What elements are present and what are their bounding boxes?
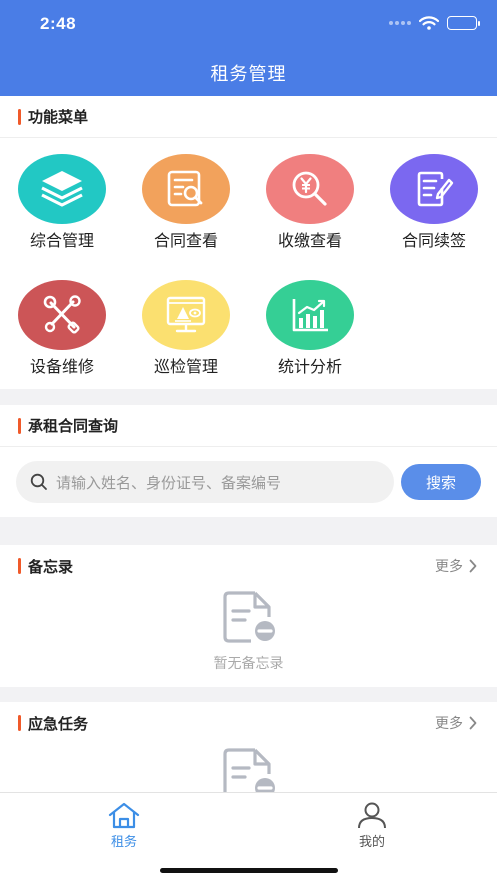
- section-marker: [18, 715, 21, 731]
- home-icon: [108, 802, 140, 829]
- function-grid: 综合管理 合同查看 收缴查看 合同续签 设备维修 巡检管理 统计分析: [0, 138, 497, 390]
- monitor-inspect-icon: [142, 280, 230, 350]
- menu-item-inspection-management[interactable]: 巡检管理: [136, 280, 236, 377]
- menu-item-label: 设备维修: [29, 357, 94, 376]
- section-marker: [18, 108, 21, 125]
- more-label: 更多: [435, 716, 463, 732]
- function-menu-header: 功能菜单: [0, 96, 497, 138]
- menu-item-label: 统计分析: [277, 357, 342, 376]
- tab-rental[interactable]: 租务: [84, 801, 164, 850]
- search-button[interactable]: 搜索: [401, 464, 481, 500]
- contract-query-card: 承租合同查询 请输入姓名、身份证号、备案编号 搜索: [0, 405, 497, 517]
- menu-item-label: 巡检管理: [153, 357, 218, 376]
- contract-query-header: 承租合同查询: [0, 405, 497, 447]
- menu-item-equipment-repair[interactable]: 设备维修: [12, 280, 112, 377]
- emergency-empty-state: [0, 744, 497, 792]
- empty-document-icon: [222, 591, 275, 643]
- wifi-icon: [419, 16, 439, 30]
- memo-more-link[interactable]: 更多: [435, 545, 477, 587]
- yen-search-icon: [266, 154, 354, 224]
- status-time: 2:48: [40, 14, 77, 33]
- menu-item-contract-view[interactable]: 合同查看: [136, 154, 236, 251]
- tab-label: 租务: [110, 835, 137, 850]
- contract-search-icon: [142, 154, 230, 224]
- app-header: 2:48 租务管理: [0, 0, 497, 96]
- battery-icon: [447, 16, 480, 30]
- section-title: 承租合同查询: [28, 417, 119, 435]
- bar-chart-icon: [266, 280, 354, 350]
- menu-item-label: 合同续签: [401, 231, 466, 250]
- menu-item-label: 收缴查看: [277, 231, 342, 250]
- user-icon: [358, 802, 386, 829]
- layers-icon: [18, 154, 106, 224]
- memo-header: 备忘录 更多: [0, 545, 497, 587]
- search-input[interactable]: 请输入姓名、身份证号、备案编号: [16, 461, 394, 503]
- document-edit-icon: [390, 154, 478, 224]
- menu-item-comprehensive-management[interactable]: 综合管理: [12, 154, 112, 251]
- tab-mine[interactable]: 我的: [332, 801, 412, 850]
- menu-item-label: 综合管理: [29, 231, 94, 250]
- menu-item-statistical-analysis[interactable]: 统计分析: [260, 280, 360, 377]
- section-title: 功能菜单: [28, 108, 89, 126]
- memo-empty-state: 暂无备忘录: [0, 587, 497, 673]
- menu-item-collection-view[interactable]: 收缴查看: [260, 154, 360, 251]
- home-indicator: [160, 868, 338, 873]
- search-placeholder: 请输入姓名、身份证号、备案编号: [56, 473, 282, 492]
- page-title: 租务管理: [210, 64, 287, 85]
- menu-item-contract-renewal[interactable]: 合同续签: [384, 154, 484, 251]
- function-menu-card: 功能菜单 综合管理 合同查看 收缴查看 合同续签 设备维修 巡检管理 统计分析: [0, 96, 497, 389]
- emergency-more-link[interactable]: 更多: [435, 702, 477, 744]
- tab-label: 我的: [358, 835, 385, 850]
- search-icon: [30, 473, 47, 490]
- empty-document-icon: [222, 748, 275, 792]
- section-marker: [18, 417, 21, 434]
- section-marker: [18, 558, 21, 574]
- section-title: 备忘录: [28, 557, 74, 576]
- signal-icon: [389, 21, 411, 25]
- emergency-header: 应急任务 更多: [0, 702, 497, 744]
- emergency-task-card: 应急任务 更多: [0, 702, 497, 792]
- status-icons: [389, 16, 480, 30]
- chevron-right-icon: [469, 559, 477, 573]
- chevron-right-icon: [469, 716, 477, 730]
- more-label: 更多: [435, 559, 463, 575]
- memo-card: 备忘录 更多 暂无备忘录: [0, 545, 497, 687]
- menu-item-label: 合同查看: [153, 231, 218, 250]
- wrench-screwdriver-icon: [18, 280, 106, 350]
- section-title: 应急任务: [28, 714, 89, 733]
- memo-empty-text: 暂无备忘录: [213, 656, 284, 672]
- search-row: 请输入姓名、身份证号、备案编号 搜索: [0, 447, 497, 517]
